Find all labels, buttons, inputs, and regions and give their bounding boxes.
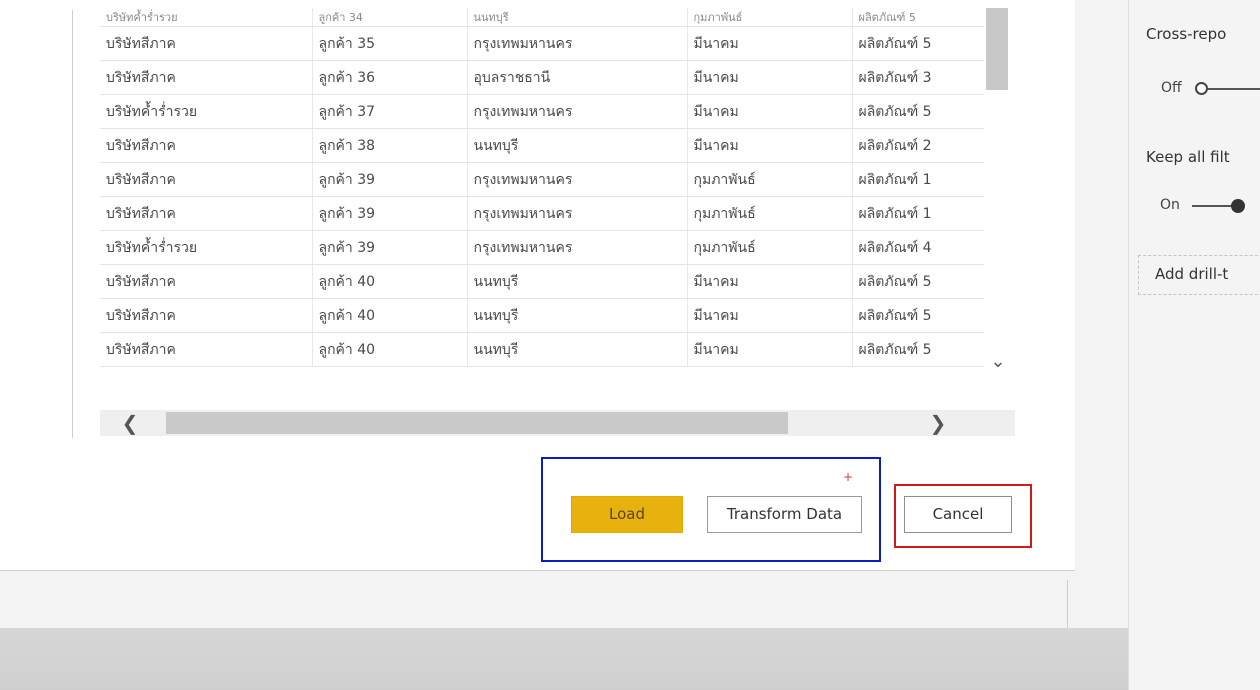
- table-cell: บริษัทสีภาค: [100, 298, 313, 333]
- table-cell: ผลิตภัณฑ์ 1: [852, 162, 985, 197]
- table-cell: มีนาคม: [687, 298, 853, 333]
- status-band: [0, 628, 1260, 690]
- horizontal-scrollbar[interactable]: [100, 410, 1015, 436]
- table-cell: บริษัทสีภาค: [100, 128, 313, 163]
- app-canvas: บริษัทค้ำร่ำรวย ลูกค้า 34 นนทบุรี กุมภาพันธ…: [0, 0, 1260, 690]
- table-row: บริษัทสีภาค ลูกค้า 40 นนทบุรี มีนาคม ผลิตภัณ…: [100, 332, 985, 367]
- table-cell: นนทบุรี: [467, 298, 688, 333]
- add-drill-through-field[interactable]: Add drill-t: [1138, 255, 1260, 295]
- table-row: บริษัทสีภาค ลูกค้า 38 นนทบุรี มีนาคม ผลิตภัณ…: [100, 128, 985, 163]
- table-row: บริษัทสีภาค ลูกค้า 40 นนทบุรี มีนาคม ผลิตภัณ…: [100, 264, 985, 299]
- table-cell: บริษัทสีภาค: [100, 196, 313, 231]
- table-cell: มีนาคม: [687, 26, 853, 61]
- preview-grid: บริษัทค้ำร่ำรวย ลูกค้า 34 นนทบุรี กุมภาพันธ…: [100, 8, 985, 367]
- dialog-left-divider: [72, 10, 73, 438]
- table-cell: บริษัทสีภาค: [100, 332, 313, 367]
- transform-data-button[interactable]: Transform Data: [707, 496, 862, 533]
- table-row: บริษัทสีภาค ลูกค้า 40 นนทบุรี มีนาคม ผลิตภัณ…: [100, 298, 985, 333]
- table-cell: กรุงเทพมหานคร: [467, 26, 688, 61]
- table-cell: กรุงเทพมหานคร: [467, 230, 688, 265]
- table-cell: ลูกค้า 38: [312, 128, 468, 163]
- table-row: บริษัทสีภาค ลูกค้า 35 กรุงเทพมหานคร มีนาคมผ…: [100, 26, 985, 61]
- table-cell: บริษัทค้ำร่ำรวย: [100, 230, 313, 265]
- toggle-track: [1192, 205, 1232, 207]
- keep-filters-state: On: [1160, 197, 1180, 213]
- table-cell: นนทบุรี: [467, 332, 688, 367]
- chevron-left-icon[interactable]: ❮: [118, 410, 142, 436]
- table-cell: ผลิตภัณฑ์ 2: [852, 128, 985, 163]
- table-cell: ลูกค้า 39: [312, 196, 468, 231]
- table-row: บริษัทค้ำร่ำรวย ลูกค้า 39 กรุงเทพมหานคร กุม…: [100, 230, 985, 265]
- table-row: บริษัทค้ำร่ำรวย ลูกค้า 34 นนทบุรี กุมภาพันธ…: [100, 8, 985, 27]
- table-cell: บริษัทสีภาค: [100, 60, 313, 95]
- dialog-bottom-divider: [0, 570, 1075, 571]
- toggle-track: [1208, 88, 1260, 90]
- table-cell: กรุงเทพมหานคร: [467, 196, 688, 231]
- table-cell: กุมภาพันธ์: [687, 8, 853, 27]
- load-button[interactable]: Load: [571, 496, 683, 533]
- table-cell: นนทบุรี: [467, 264, 688, 299]
- keep-filters-toggle[interactable]: [1231, 199, 1245, 213]
- table-cell: ผลิตภัณฑ์ 1: [852, 196, 985, 231]
- table-row: บริษัทสีภาค ลูกค้า 36 อุบลราชธานี มีนาคม ผลิ…: [100, 60, 985, 95]
- table-cell: มีนาคม: [687, 94, 853, 129]
- table-cell: มีนาคม: [687, 264, 853, 299]
- data-preview-table: บริษัทค้ำร่ำรวย ลูกค้า 34 นนทบุรี กุมภาพันธ…: [100, 8, 1015, 436]
- table-cell: ลูกค้า 40: [312, 264, 468, 299]
- table-cell: ผลิตภัณฑ์ 5: [852, 332, 985, 367]
- table-row: บริษัทสีภาค ลูกค้า 39 กรุงเทพมหานคร กุมภาพั…: [100, 196, 985, 231]
- table-row: บริษัทสีภาค ลูกค้า 39 กรุงเทพมหานคร กุมภาพั…: [100, 162, 985, 197]
- table-cell: กุมภาพันธ์: [687, 196, 853, 231]
- table-cell: นนทบุรี: [467, 128, 688, 163]
- table-cell: บริษัทสีภาค: [100, 26, 313, 61]
- table-cell: ผลิตภัณฑ์ 4: [852, 230, 985, 265]
- table-cell: บริษัทค้ำร่ำรวย: [100, 94, 313, 129]
- horizontal-scroll-thumb[interactable]: [166, 412, 788, 434]
- cross-report-state: Off: [1161, 80, 1182, 96]
- table-cell: กรุงเทพมหานคร: [467, 162, 688, 197]
- table-cell: ลูกค้า 37: [312, 94, 468, 129]
- table-cell: ลูกค้า 40: [312, 298, 468, 333]
- table-cell: อุบลราชธานี: [467, 60, 688, 95]
- table-cell: ผลิตภัณฑ์ 5: [852, 264, 985, 299]
- table-cell: มีนาคม: [687, 332, 853, 367]
- table-cell: ผลิตภัณฑ์ 5: [852, 8, 985, 27]
- cancel-button[interactable]: Cancel: [904, 496, 1012, 533]
- table-cell: มีนาคม: [687, 128, 853, 163]
- table-cell: ลูกค้า 36: [312, 60, 468, 95]
- chevron-down-icon[interactable]: ⌄: [986, 352, 1010, 372]
- table-cell: บริษัทค้ำร่ำรวย: [100, 8, 313, 27]
- chevron-right-icon[interactable]: ❯: [926, 410, 950, 436]
- table-cell: มีนาคม: [687, 60, 853, 95]
- keep-filters-label: Keep all filt: [1146, 148, 1230, 166]
- cross-report-toggle[interactable]: [1195, 82, 1208, 95]
- table-cell: ลูกค้า 35: [312, 26, 468, 61]
- table-cell: ผลิตภัณฑ์ 3: [852, 60, 985, 95]
- table-cell: ลูกค้า 34: [312, 8, 468, 27]
- visualizations-pane: [1128, 0, 1260, 690]
- table-cell: บริษัทสีภาค: [100, 264, 313, 299]
- table-cell: กุมภาพันธ์: [687, 162, 853, 197]
- cross-report-label: Cross-repo: [1146, 25, 1227, 43]
- table-cell: กรุงเทพมหานคร: [467, 94, 688, 129]
- table-row: บริษัทค้ำร่ำรวย ลูกค้า 37 กรุงเทพมหานคร มีน…: [100, 94, 985, 129]
- required-marker: +: [843, 470, 854, 484]
- table-cell: ลูกค้า 39: [312, 162, 468, 197]
- table-cell: ผลิตภัณฑ์ 5: [852, 298, 985, 333]
- table-cell: นนทบุรี: [467, 8, 688, 27]
- vertical-scroll-thumb[interactable]: [986, 8, 1008, 90]
- table-cell: ผลิตภัณฑ์ 5: [852, 94, 985, 129]
- table-cell: ลูกค้า 39: [312, 230, 468, 265]
- table-cell: ผลิตภัณฑ์ 5: [852, 26, 985, 61]
- table-cell: กุมภาพันธ์: [687, 230, 853, 265]
- table-cell: บริษัทสีภาค: [100, 162, 313, 197]
- table-cell: ลูกค้า 40: [312, 332, 468, 367]
